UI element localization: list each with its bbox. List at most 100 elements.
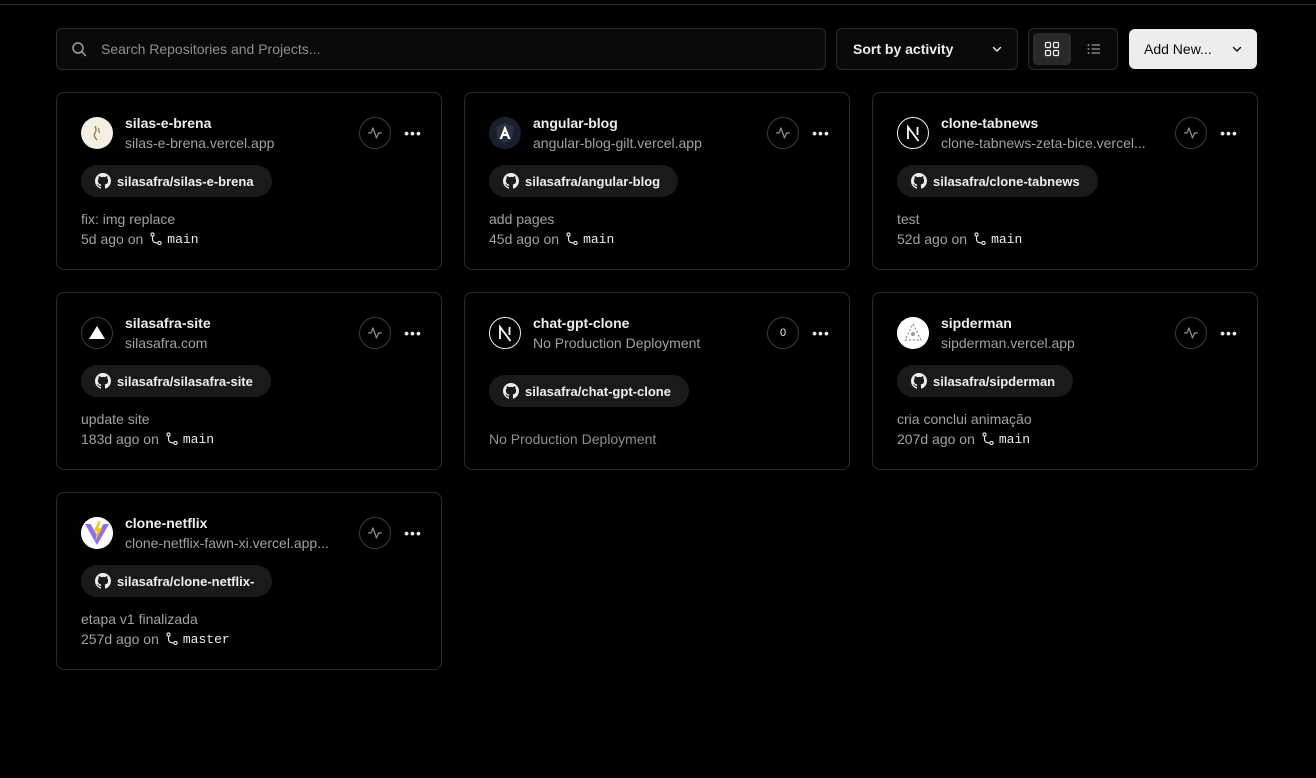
project-card[interactable]: silas-e-brena silas-e-brena.vercel.app •…: [56, 92, 442, 270]
repo-link[interactable]: silasafra/chat-gpt-clone: [489, 375, 689, 407]
commit-message[interactable]: add pages: [489, 211, 554, 227]
project-card[interactable]: chat-gpt-clone No Production Deployment …: [464, 292, 850, 470]
more-horizontal-icon: •••: [1220, 125, 1238, 141]
activity-pulse-icon: [1184, 327, 1198, 339]
commit-age: 183d ago on: [81, 431, 159, 447]
project-url[interactable]: clone-tabnews-zeta-bice.vercel...: [941, 135, 1161, 151]
project-name[interactable]: clone-netflix: [125, 515, 207, 531]
list-view-button[interactable]: [1075, 33, 1113, 65]
activity-button[interactable]: [359, 117, 391, 149]
repo-name: silasafra/sipderman: [933, 373, 1056, 389]
commit-meta: 183d ago on main: [81, 431, 214, 447]
search-icon: [72, 42, 87, 57]
project-card[interactable]: clone-tabnews clone-tabnews-zeta-bice.ve…: [872, 92, 1258, 270]
activity-button[interactable]: [767, 117, 799, 149]
chevron-down-icon: [992, 46, 1002, 52]
commit-message[interactable]: fix: img replace: [81, 211, 175, 227]
more-options-button[interactable]: •••: [809, 121, 833, 145]
branch-name[interactable]: main: [183, 432, 214, 447]
repo-link[interactable]: silasafra/clone-netflix-: [81, 565, 273, 597]
project-avatar: [897, 317, 929, 349]
add-new-button[interactable]: Add New...: [1129, 29, 1257, 69]
commit-age: 45d ago on: [489, 231, 560, 247]
view-toggle: [1028, 28, 1118, 70]
more-horizontal-icon: •••: [812, 125, 830, 141]
top-divider: [0, 4, 1316, 5]
activity-button[interactable]: [1175, 117, 1207, 149]
project-name[interactable]: sipderman: [941, 315, 1012, 331]
project-url[interactable]: clone-netflix-fawn-xi.vercel.app...: [125, 535, 345, 551]
toolbar: Sort by activity Add New...: [56, 28, 1257, 70]
search-input[interactable]: [101, 41, 781, 57]
github-icon: [503, 383, 519, 399]
project-name[interactable]: clone-tabnews: [941, 115, 1038, 131]
git-branch-icon: [165, 432, 179, 446]
git-branch-icon: [981, 432, 995, 446]
branch-name[interactable]: main: [583, 232, 614, 247]
repo-link[interactable]: silasafra/silas-e-brena: [81, 165, 272, 197]
commit-meta: 52d ago on main: [897, 231, 1022, 247]
commit-message[interactable]: update site: [81, 411, 150, 427]
more-options-button[interactable]: •••: [809, 321, 833, 345]
repo-name: silasafra/chat-gpt-clone: [525, 383, 671, 399]
more-options-button[interactable]: •••: [401, 321, 425, 345]
project-url[interactable]: angular-blog-gilt.vercel.app: [533, 135, 753, 151]
project-name[interactable]: chat-gpt-clone: [533, 315, 629, 331]
grid-view-icon: [1044, 41, 1060, 57]
commit-age: 257d ago on: [81, 631, 159, 647]
project-name[interactable]: silas-e-brena: [125, 115, 211, 131]
project-name[interactable]: silasafra-site: [125, 315, 211, 331]
grid-view-button[interactable]: [1033, 33, 1071, 65]
project-name[interactable]: angular-blog: [533, 115, 618, 131]
commit-meta: 257d ago on master: [81, 631, 230, 647]
commit-meta: 207d ago on main: [897, 431, 1030, 447]
project-url[interactable]: sipderman.vercel.app: [941, 335, 1161, 351]
activity-pulse-icon: [368, 527, 382, 539]
repo-link[interactable]: silasafra/sipderman: [897, 365, 1074, 397]
more-options-button[interactable]: •••: [1217, 121, 1241, 145]
repo-link[interactable]: silasafra/clone-tabnews: [897, 165, 1098, 197]
branch-name[interactable]: main: [999, 432, 1030, 447]
project-card[interactable]: silasafra-site silasafra.com ••• silasaf…: [56, 292, 442, 470]
git-branch-icon: [149, 232, 163, 246]
sort-dropdown[interactable]: Sort by activity: [836, 28, 1018, 70]
project-avatar: [489, 317, 521, 349]
repo-name: silasafra/angular-blog: [525, 173, 661, 189]
activity-pulse-icon: [368, 127, 382, 139]
branch-name[interactable]: main: [167, 232, 198, 247]
search-box[interactable]: [56, 28, 826, 70]
project-card[interactable]: clone-netflix clone-netflix-fawn-xi.verc…: [56, 492, 442, 670]
activity-pulse-icon: [776, 127, 790, 139]
activity-pulse-icon: [1184, 127, 1198, 139]
list-view-icon: [1087, 44, 1100, 54]
branch-name[interactable]: master: [183, 632, 230, 647]
activity-button[interactable]: [359, 517, 391, 549]
sort-label: Sort by activity: [853, 41, 954, 57]
activity-button[interactable]: [359, 317, 391, 349]
github-icon: [503, 173, 519, 189]
git-branch-icon: [565, 232, 579, 246]
project-url[interactable]: silas-e-brena.vercel.app: [125, 135, 345, 151]
project-card[interactable]: angular-blog angular-blog-gilt.vercel.ap…: [464, 92, 850, 270]
commit-message[interactable]: etapa v1 finalizada: [81, 611, 198, 627]
activity-button[interactable]: [1175, 317, 1207, 349]
more-horizontal-icon: •••: [404, 325, 422, 341]
github-icon: [911, 173, 927, 189]
activity-count-button[interactable]: 0: [767, 317, 799, 349]
repo-link[interactable]: silasafra/angular-blog: [489, 165, 679, 197]
commit-message[interactable]: test: [897, 211, 920, 227]
github-icon: [95, 173, 111, 189]
more-options-button[interactable]: •••: [401, 521, 425, 545]
github-icon: [911, 373, 927, 389]
project-card[interactable]: sipderman sipderman.vercel.app ••• silas…: [872, 292, 1258, 470]
more-options-button[interactable]: •••: [1217, 321, 1241, 345]
project-url: No Production Deployment: [533, 335, 701, 351]
commit-message[interactable]: cria conclui animação: [897, 411, 1032, 427]
repo-name: silasafra/clone-tabnews: [933, 173, 1080, 189]
more-options-button[interactable]: •••: [401, 121, 425, 145]
project-url[interactable]: silasafra.com: [125, 335, 345, 351]
repo-link[interactable]: silasafra/silasafra-site: [81, 365, 271, 397]
commit-meta: 45d ago on main: [489, 231, 614, 247]
git-branch-icon: [165, 632, 179, 646]
branch-name[interactable]: main: [991, 232, 1022, 247]
